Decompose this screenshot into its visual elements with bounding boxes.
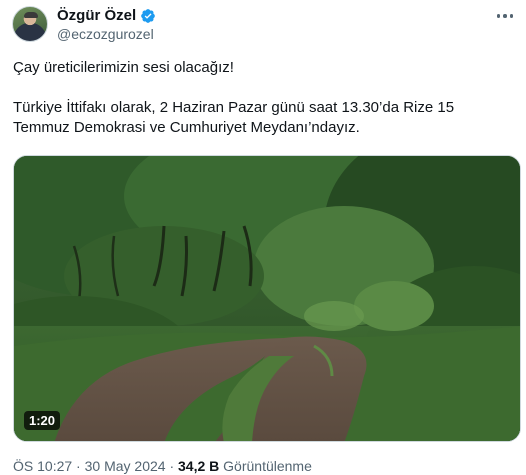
video-player[interactable]: 1:20 [13,155,521,442]
tweet-date[interactable]: 30 May 2024 [85,458,166,474]
more-options-icon[interactable] [494,9,516,23]
views-label: Görüntülenme [219,458,312,474]
author-name[interactable]: Özgür Özel [57,7,136,25]
video-thumbnail [14,156,520,441]
tweet-line-1: Çay üreticilerimizin sesi olacağız! [13,59,234,76]
views-count: 34,2 B [178,458,220,474]
tweet-line-3: Temmuz Demokrasi ve Cumhuriyet Meydanı’n… [13,119,360,136]
tweet-text: Çay üreticilerimizin sesi olacağız! Türk… [13,58,513,138]
tweet-time[interactable]: ÖS 10:27 [13,458,72,474]
author-handle[interactable]: @eczozgurozel [57,26,154,43]
tweet-header: Özgür Özel @eczozgurozel [12,6,516,46]
avatar[interactable] [12,6,48,42]
tweet-line-2: Türkiye İttifakı olarak, 2 Haziran Pazar… [13,99,455,116]
video-duration: 1:20 [24,411,61,430]
author-name-line: Özgür Özel [57,7,156,25]
verified-badge-icon[interactable] [140,8,156,24]
meta-separator: · [72,458,85,474]
meta-separator: · [165,458,179,474]
tweet-meta: ÖS 10:27 · 30 May 2024 · 34,2 B Görüntül… [13,458,312,475]
